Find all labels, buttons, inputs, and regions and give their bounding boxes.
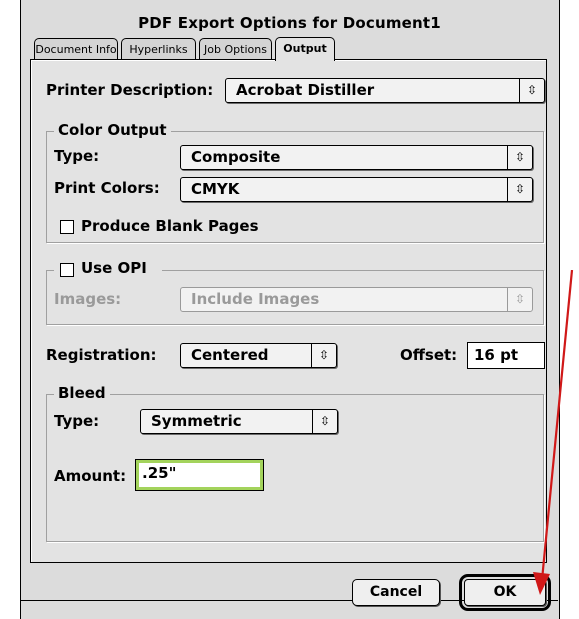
updown-arrows-icon: ⇳ [311, 344, 336, 367]
printer-description-popup[interactable]: Acrobat Distiller ⇳ [225, 78, 545, 103]
opi-images-label: Images: [54, 290, 122, 308]
bleed-type-popup[interactable]: Symmetric ⇳ [140, 409, 338, 434]
updown-arrows-icon: ⇳ [507, 178, 532, 201]
offset-label: Offset: [400, 346, 458, 364]
registration-label: Registration: [46, 346, 157, 364]
cancel-button[interactable]: Cancel [352, 579, 440, 606]
updown-arrows-icon: ⇳ [507, 146, 532, 169]
red-arrow-head [533, 572, 550, 595]
updown-arrows-icon: ⇳ [312, 410, 337, 433]
updown-arrows-icon: ⇳ [519, 79, 544, 102]
dialog-title: PDF Export Options for Document1 [138, 14, 441, 32]
bleed-amount-label: Amount: [54, 467, 127, 485]
registration-popup[interactable]: Centered ⇳ [180, 343, 337, 368]
color-type-value: Composite [191, 148, 281, 166]
bleed-type-label: Type: [54, 412, 100, 430]
opi-images-value: Include Images [191, 290, 320, 308]
color-type-label: Type: [54, 147, 100, 165]
color-type-popup[interactable]: Composite ⇳ [180, 145, 533, 170]
produce-blank-pages-checkbox[interactable] [60, 220, 74, 234]
use-opi-label: Use OPI [81, 259, 147, 277]
tab-output[interactable]: Output [275, 37, 335, 61]
printer-description-value: Acrobat Distiller [236, 81, 375, 99]
color-output-title: Color Output [54, 121, 171, 139]
opi-images-popup[interactable]: Include Images ⇳ [180, 287, 533, 312]
tab-hyperlinks[interactable]: Hyperlinks [121, 38, 196, 60]
tab-job-options[interactable]: Job Options [199, 38, 272, 60]
red-arrow-icon [533, 270, 574, 595]
print-colors-popup[interactable]: CMYK ⇳ [180, 177, 533, 202]
bleed-title: Bleed [54, 384, 110, 402]
tab-document-info[interactable]: Document Info [34, 38, 118, 60]
red-arrow-shaft [540, 270, 574, 581]
produce-blank-pages-label: Produce Blank Pages [81, 217, 259, 235]
printer-description-label: Printer Description: [46, 81, 214, 99]
bleed-type-value: Symmetric [151, 412, 242, 430]
print-colors-label: Print Colors: [54, 179, 160, 197]
registration-value: Centered [191, 346, 269, 364]
bleed-amount-field[interactable]: .25" [135, 459, 264, 491]
use-opi-checkbox[interactable] [60, 263, 74, 277]
print-colors-value: CMYK [191, 180, 240, 198]
